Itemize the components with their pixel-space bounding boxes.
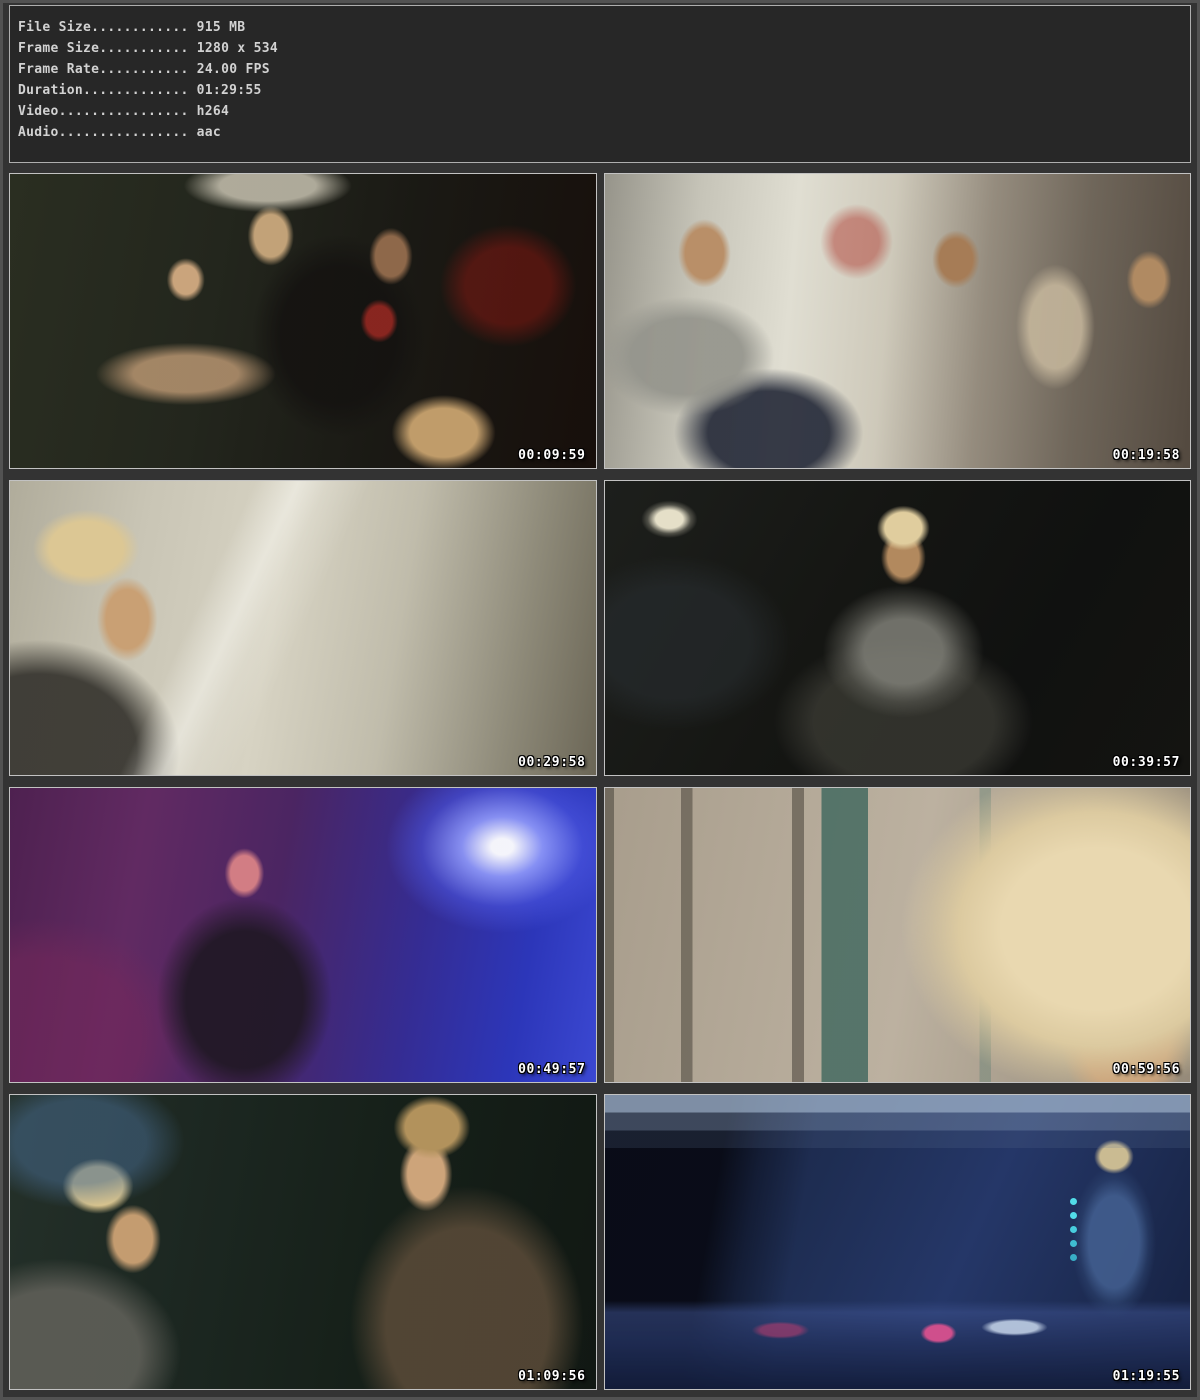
scene-art [605,481,1191,775]
screenshot-thumbnail-7: 01:09:56 [9,1094,597,1390]
timestamp-overlay: 00:59:56 [1113,1062,1180,1077]
info-label: Duration [18,83,83,98]
info-row-frame-rate: Frame Rate...........24.00 FPS [18,59,1182,80]
info-row-duration: Duration.............01:29:55 [18,80,1182,101]
info-value: 1280 x 534 [189,41,278,56]
dot-leader: ................ [59,104,189,119]
info-row-audio: Audio................aac [18,122,1182,143]
info-value: 915 MB [189,20,246,35]
info-value: h264 [189,104,230,119]
scene-art [605,788,1191,1082]
timestamp-overlay: 01:09:56 [518,1369,585,1384]
timestamp-overlay: 00:09:59 [518,448,585,463]
timestamp-overlay: 00:39:57 [1113,755,1180,770]
info-value: 01:29:55 [189,83,262,98]
scene-art [10,174,596,468]
scene-art [605,1095,1191,1389]
file-info-panel: File Size............915 MB Frame Size..… [9,5,1191,163]
info-label: Audio [18,125,59,140]
screenshot-thumbnail-6: 00:59:56 [604,787,1192,1083]
dot-leader: ............. [83,83,189,98]
screenshot-thumbnail-5: 00:49:57 [9,787,597,1083]
page-container: File Size............915 MB Frame Size..… [0,0,1200,1400]
info-label: File Size [18,20,91,35]
info-label: Video [18,104,59,119]
timestamp-overlay: 01:19:55 [1113,1369,1180,1384]
info-row-frame-size: Frame Size...........1280 x 534 [18,38,1182,59]
scene-art [10,481,596,775]
dot-leader: ........... [99,41,188,56]
info-value: 24.00 FPS [189,62,270,77]
screenshot-thumbnail-8: 01:19:55 [604,1094,1192,1390]
info-row-file-size: File Size............915 MB [18,17,1182,38]
dot-leader: ................ [59,125,189,140]
screenshot-thumbnail-2: 00:19:58 [604,173,1192,469]
dot-leader: ........... [99,62,188,77]
timestamp-overlay: 00:49:57 [518,1062,585,1077]
screenshot-thumbnail-3: 00:29:58 [9,480,597,776]
info-label: Frame Size [18,41,99,56]
scene-art [605,174,1191,468]
screenshot-thumbnail-4: 00:39:57 [604,480,1192,776]
info-label: Frame Rate [18,62,99,77]
scene-art [10,788,596,1082]
dot-leader: ............ [91,20,189,35]
timestamp-overlay: 00:29:58 [518,755,585,770]
screenshots-grid: 00:09:59 00:19:58 00:29:58 00:39:57 00:4… [9,173,1191,1390]
info-value: aac [189,125,221,140]
timestamp-overlay: 00:19:58 [1113,448,1180,463]
info-row-video: Video................h264 [18,101,1182,122]
led-dots-column [1070,1198,1077,1205]
screenshot-thumbnail-1: 00:09:59 [9,173,597,469]
scene-art [10,1095,596,1389]
